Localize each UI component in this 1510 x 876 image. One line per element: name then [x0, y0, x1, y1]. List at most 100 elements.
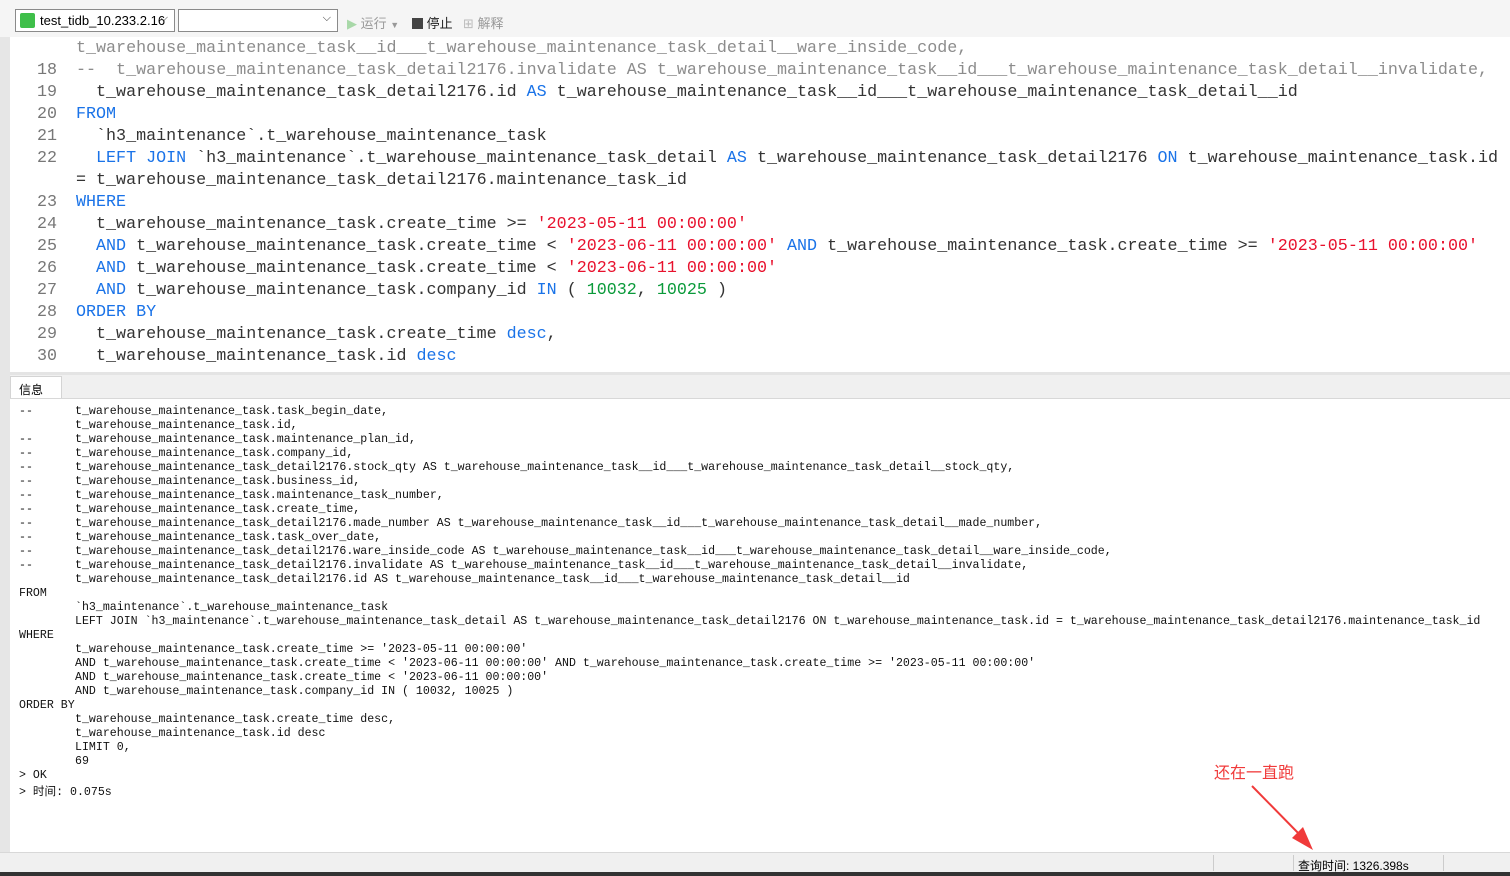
line-content: t_warehouse_maintenance_task.id desc [75, 727, 326, 740]
stop-button[interactable]: 停止 [412, 13, 453, 32]
code-text: AND t_warehouse_maintenance_task.create_… [76, 259, 777, 278]
code-text: FROM [76, 105, 116, 124]
line-content: LIMIT 0, [75, 741, 131, 754]
code-token: ( [556, 281, 587, 300]
line-number: 20 [36, 105, 57, 124]
line-number: 21 [36, 127, 57, 146]
code-token: -- t_warehouse_maintenance_task_detail21… [76, 61, 1488, 80]
line-content: t_warehouse_maintenance_task.create_time… [75, 643, 528, 656]
code-token: t_warehouse_maintenance_task.create_time… [126, 259, 567, 278]
line-content: t_warehouse_maintenance_task.business_id… [75, 475, 361, 488]
connection-select[interactable]: test_tidb_10.233.2.16 ⌵ [15, 9, 175, 32]
line-prefix: -- [19, 405, 33, 418]
code-token: LEFT JOIN [76, 149, 187, 168]
code-token: AND [777, 237, 818, 256]
run-button[interactable]: ▶ 运行 ▼ [347, 13, 399, 32]
code-token: AND [76, 259, 127, 278]
code-text: LEFT JOIN `h3_maintenance`.t_warehouse_m… [76, 149, 1498, 168]
code-token: 10025 [656, 281, 707, 300]
result-tabs: 信息 [10, 372, 1510, 401]
code-text: t_warehouse_maintenance_task.create_time… [76, 215, 747, 234]
line-number: 26 [36, 259, 57, 278]
code-text: t_warehouse_maintenance_task.id desc [76, 347, 457, 366]
code-token: AND [76, 237, 127, 256]
code-token: FROM [76, 105, 117, 124]
code-token: t_warehouse_maintenance_task.id [76, 347, 417, 366]
line-prefix: ORDER BY [19, 699, 75, 712]
line-number: 24 [36, 215, 57, 234]
line-content: t_warehouse_maintenance_task.task_begin_… [75, 405, 389, 418]
line-number: 27 [36, 281, 57, 300]
line-content: AND t_warehouse_maintenance_task.create_… [75, 671, 549, 684]
code-token: ORDER BY [76, 303, 157, 322]
line-prefix: -- [19, 447, 33, 460]
line-number: 22 [36, 149, 57, 168]
line-prefix: -- [19, 559, 33, 572]
line-content: t_warehouse_maintenance_task_detail2176.… [75, 559, 1029, 572]
line-prefix: WHERE [19, 629, 54, 642]
line-prefix: -- [19, 545, 33, 558]
code-token: desc [506, 325, 547, 344]
chevron-down-icon: ⌵ [159, 12, 168, 24]
code-token: `h3_maintenance`.t_warehouse_maintenance… [186, 149, 727, 168]
line-content: t_warehouse_maintenance_task.create_time… [75, 713, 396, 726]
code-token: , [546, 325, 557, 344]
code-text: t_warehouse_maintenance_task_detail2176.… [76, 83, 1298, 102]
code-token: t_warehouse_maintenance_task_detail2176.… [76, 83, 527, 102]
code-token: ) [706, 281, 727, 300]
code-token: ON [1157, 149, 1178, 168]
code-token: = t_warehouse_maintenance_task_detail217… [76, 171, 687, 190]
code-token: WHERE [76, 193, 127, 212]
line-prefix: > 时间: 0.075s [19, 786, 112, 799]
line-prefix: -- [19, 517, 33, 530]
code-text: WHERE [76, 193, 126, 212]
code-token: t_warehouse_maintenance_task.create_time [76, 325, 507, 344]
line-number: 23 [36, 193, 57, 212]
line-content: t_warehouse_maintenance_task_detail2176.… [75, 545, 1112, 558]
annotation-arrow-icon [1251, 785, 1313, 850]
line-content: t_warehouse_maintenance_task.task_over_d… [75, 531, 382, 544]
toolbar: test_tidb_10.233.2.16 ⌵ ⌵ ▶ 运行 ▼ 停止 ⊞ 解释 [0, 0, 1510, 37]
line-number: 18 [36, 61, 57, 80]
line-content: t_warehouse_maintenance_task_detail2176.… [75, 573, 910, 586]
mysql-dolphin-icon [20, 13, 35, 28]
code-token: '2023-06-11 00:00:00' [566, 237, 777, 256]
code-token: t_warehouse_maintenance_task__id___t_war… [546, 83, 1298, 102]
code-token: '2023-06-11 00:00:00' [566, 259, 777, 278]
code-token: t_warehouse_maintenance_task_detail2176 [746, 149, 1158, 168]
code-token: IN [536, 281, 557, 300]
line-content: AND t_warehouse_maintenance_task.create_… [75, 657, 1036, 670]
line-number: 28 [36, 303, 57, 322]
line-prefix: > OK [19, 769, 47, 782]
line-number: 25 [36, 237, 57, 256]
code-token: desc [416, 347, 457, 366]
database-select[interactable]: ⌵ [178, 9, 338, 32]
dropdown-arrow-icon: ▼ [390, 20, 400, 30]
code-token: 10032 [586, 281, 637, 300]
code-text: -- t_warehouse_maintenance_task_detail21… [76, 61, 1488, 80]
code-token: '2023-05-11 00:00:00' [1267, 237, 1478, 256]
code-token: t_warehouse_maintenance_task.create_time… [817, 237, 1268, 256]
line-prefix: -- [19, 461, 33, 474]
explain-button[interactable]: ⊞ 解释 [463, 13, 504, 32]
code-token: AND [76, 281, 127, 300]
line-prefix: -- [19, 475, 33, 488]
line-content: t_warehouse_maintenance_task.maintenance… [75, 489, 444, 502]
code-text: AND t_warehouse_maintenance_task.company… [76, 281, 727, 300]
line-content: 69 [75, 755, 89, 768]
code-token: , [636, 281, 657, 300]
code-token: t_warehouse_maintenance_task.id [1177, 149, 1499, 168]
line-prefix: -- [19, 489, 33, 502]
code-token: t_warehouse_maintenance_task.create_time… [126, 237, 567, 256]
line-number: 29 [36, 325, 57, 344]
left-panel-edge [0, 37, 10, 852]
line-content: `h3_maintenance`.t_warehouse_maintenance… [75, 601, 389, 614]
sql-editor[interactable]: t_warehouse_maintenance_task__id___t_war… [10, 37, 1510, 372]
code-text: t_warehouse_maintenance_task.create_time… [76, 325, 557, 344]
code-text: t_warehouse_maintenance_task__id___t_war… [76, 39, 967, 58]
code-text: `h3_maintenance`.t_warehouse_maintenance… [76, 127, 547, 146]
line-content: t_warehouse_maintenance_task_detail2176.… [75, 461, 1015, 474]
line-content: t_warehouse_maintenance_task.maintenance… [75, 433, 416, 446]
code-token: t_warehouse_maintenance_task__id___t_war… [76, 39, 968, 58]
code-token: AS [726, 149, 747, 168]
